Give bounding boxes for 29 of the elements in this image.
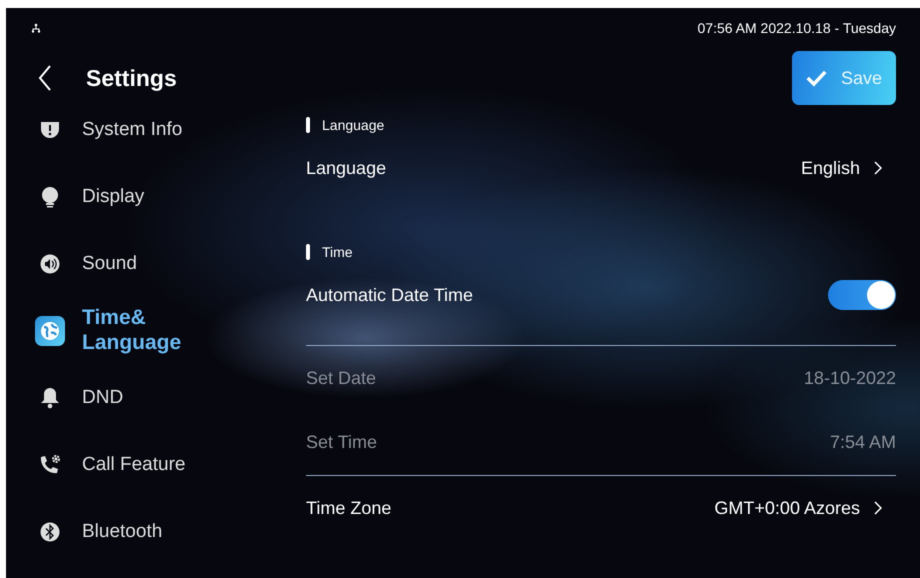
bulb-icon — [40, 186, 60, 208]
sidebar-item[interactable]: Display — [6, 163, 306, 230]
bluetooth-icon — [40, 522, 60, 542]
phone-gear-icon — [38, 454, 62, 476]
chevron-icon — [874, 501, 882, 515]
check-icon — [806, 68, 827, 88]
back-icon — [38, 65, 52, 91]
section-marker — [306, 244, 310, 260]
sidebar-item[interactable]: DND — [6, 364, 306, 431]
sidebar-item[interactable]: Bluetooth — [6, 498, 306, 565]
section-heading: Language — [322, 117, 384, 133]
shield-icon — [40, 120, 60, 140]
setting-label: Automatic Date Time — [306, 284, 474, 306]
globe-icon — [40, 320, 60, 340]
page-title: Settings — [86, 64, 178, 92]
bell-icon — [40, 386, 60, 408]
section-heading: Time — [322, 244, 353, 260]
toggle-switch[interactable] — [828, 280, 896, 310]
section-marker — [306, 117, 310, 133]
setting-row[interactable]: Time Zone GMT+0:00 Azores — [306, 483, 896, 533]
date-time: 07:56 AM 2022.10.18 - Tuesday — [698, 20, 896, 36]
speaker-icon — [40, 254, 60, 274]
chevron-icon — [874, 161, 882, 175]
network-icon — [31, 23, 41, 33]
setting-row[interactable]: Language English — [306, 143, 896, 193]
sidebar-item[interactable]: System Info — [6, 96, 306, 163]
sidebar-item[interactable]: Sound — [6, 230, 306, 297]
sidebar-item[interactable]: Call Feature — [6, 431, 306, 498]
sidebar-item[interactable]: Time& Language — [6, 297, 306, 364]
